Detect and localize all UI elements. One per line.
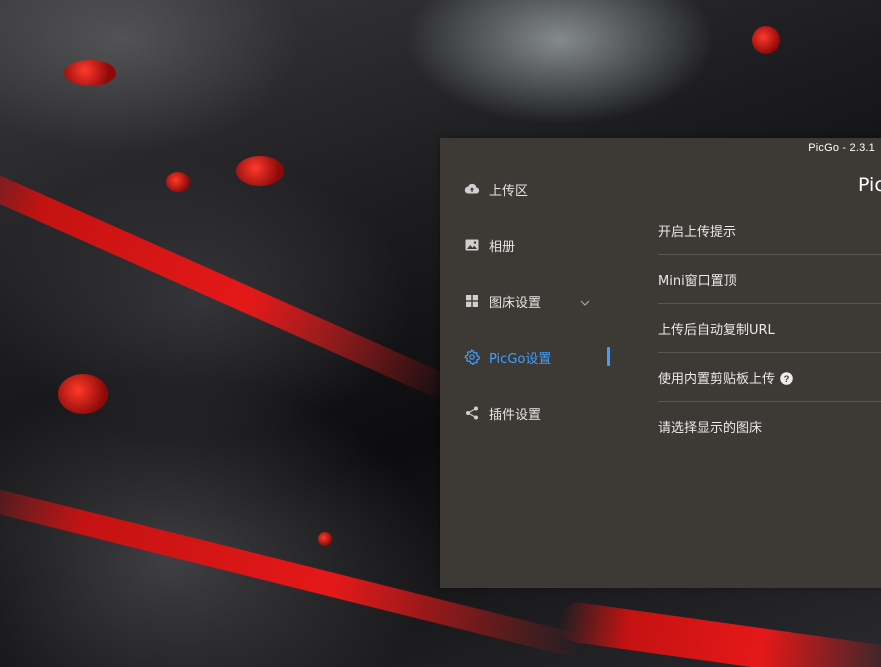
cloud-upload-icon <box>464 181 480 197</box>
sidebar-item-upload[interactable]: 上传区 <box>440 169 616 209</box>
setting-row-upload-notification[interactable]: 开启上传提示 <box>658 205 881 255</box>
wallpaper-red-dot <box>58 374 108 414</box>
wallpaper-red-dot <box>752 26 780 54</box>
settings-panel: Pic 开启上传提示 Mini窗口置顶 上传后自动复制URL 使用内置剪贴板上传… <box>616 160 881 588</box>
wallpaper-red-stripe <box>557 600 881 667</box>
wallpaper-red-dot <box>236 156 284 186</box>
wallpaper-red-dot <box>166 172 190 192</box>
setting-label: 使用内置剪贴板上传 <box>658 372 776 387</box>
setting-row-choose-picbed[interactable]: 请选择显示的图床 <box>658 401 881 450</box>
title-bar[interactable]: PicGo - 2.3.1 <box>440 138 881 160</box>
setting-label: 上传后自动复制URL <box>658 323 775 338</box>
sidebar-item-label: 上传区 <box>489 183 529 199</box>
question-icon[interactable]: ? <box>780 372 793 385</box>
setting-label-wrap: 使用内置剪贴板上传? <box>658 368 793 387</box>
page-title: Pic <box>858 174 881 196</box>
wallpaper-red-stripe <box>0 151 457 403</box>
sidebar-item-label: 图床设置 <box>489 295 542 311</box>
active-indicator <box>607 347 610 366</box>
wallpaper-red-dot <box>318 532 332 546</box>
svg-text:?: ? <box>784 374 790 385</box>
chevron-down-icon[interactable] <box>579 294 591 306</box>
setting-row-mini-window-on-top[interactable]: Mini窗口置顶 <box>658 254 881 304</box>
grid-icon <box>464 293 480 309</box>
setting-label: 请选择显示的图床 <box>658 421 763 436</box>
sidebar-item-label: 相册 <box>489 239 516 255</box>
gear-icon <box>464 349 480 365</box>
setting-label: Mini窗口置顶 <box>658 274 737 289</box>
image-icon <box>464 237 480 253</box>
setting-row-auto-copy-url[interactable]: 上传后自动复制URL <box>658 303 881 353</box>
share-icon <box>464 405 480 421</box>
setting-label: 开启上传提示 <box>658 225 737 240</box>
sidebar-item-plugin-settings[interactable]: 插件设置 <box>440 393 616 433</box>
picgo-window: PicGo - 2.3.1 上传区 相册 图床设置 PicGo设置 插件设置 P… <box>440 138 881 588</box>
sidebar-item-picbed-settings[interactable]: 图床设置 <box>440 281 616 321</box>
sidebar: 上传区 相册 图床设置 PicGo设置 插件设置 <box>440 160 616 588</box>
sidebar-item-label: 插件设置 <box>489 407 542 423</box>
sidebar-item-gallery[interactable]: 相册 <box>440 225 616 265</box>
app-version: PicGo - 2.3.1 <box>808 142 875 154</box>
setting-row-builtin-clipboard-upload[interactable]: 使用内置剪贴板上传? <box>658 352 881 402</box>
wallpaper-red-dot <box>64 60 116 86</box>
sidebar-item-label: PicGo设置 <box>489 351 552 367</box>
sidebar-item-picgo-settings[interactable]: PicGo设置 <box>440 337 616 377</box>
